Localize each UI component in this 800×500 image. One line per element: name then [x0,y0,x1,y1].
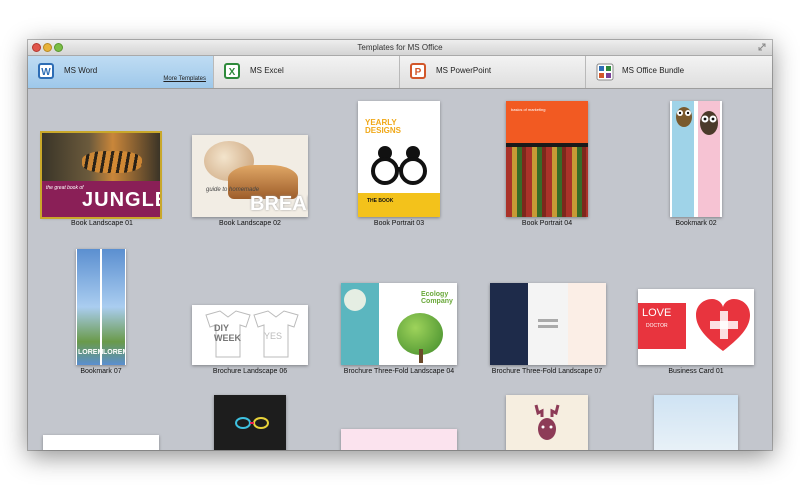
tab-label: MS Excel [250,66,284,75]
template-thumb-brochure-three-fold-07[interactable] [490,283,606,365]
template-caption: Book Portrait 04 [521,220,573,227]
word-icon: W [38,63,54,79]
thumb-title: LOREM [78,349,104,356]
window-title: Templates for MS Office [357,43,443,52]
template-caption: Brochure Landscape 06 [212,368,288,375]
thumb-title: LOREM [103,349,126,356]
thumb-title: LOVE [642,307,672,319]
thumb-title: basics of marketing [511,107,546,112]
tab-ms-excel[interactable]: X MS Excel [214,56,400,88]
tab-label: MS PowerPoint [436,66,492,75]
template-grid: the great book of JUNGLE Book Landscape … [28,89,772,450]
template-thumb-book-portrait-03[interactable]: YEARLY DESIGNS THE BOOK [358,101,440,217]
owl-icon [700,111,718,135]
template-thumb-partial[interactable] [654,395,738,450]
thumb-subtitle: the great book of [46,185,84,191]
owl-icon [676,107,692,127]
deer-icon [534,404,560,440]
template-caption: Brochure Three-Fold Landscape 04 [343,368,455,375]
template-thumb-book-portrait-04[interactable]: basics of marketing [506,101,588,217]
template-caption: Bookmark 07 [80,368,122,375]
template-caption: Book Landscape 01 [71,220,133,227]
glasses-icon [371,146,427,185]
template-thumb-book-landscape-02[interactable]: guide to homemade BREAD [192,135,308,217]
thumb-title: BREAD [250,193,308,215]
excel-icon: X [224,63,240,79]
tab-ms-office-bundle[interactable]: MS Office Bundle [586,56,772,88]
template-thumb-brochure-landscape-06[interactable]: DIY WEEK YES [192,305,308,365]
template-caption: Business Card 01 [668,368,724,375]
template-caption: Brochure Three-Fold Landscape 07 [491,368,603,375]
template-thumb-partial[interactable] [214,395,286,450]
powerpoint-icon: P [410,63,426,79]
office-bundle-icon [596,63,614,81]
tab-label: MS Office Bundle [622,66,685,75]
heart-icon [696,299,750,351]
template-thumb-partial[interactable] [506,395,588,450]
template-caption: Book Landscape 02 [219,220,281,227]
template-caption: Book Portrait 03 [373,220,425,227]
template-thumb-partial[interactable] [341,429,457,450]
thumb-title: JUNGLE [82,189,160,211]
thumb-subtitle: YES [264,331,283,341]
glasses-icon [235,417,269,429]
tab-ms-powerpoint[interactable]: P MS PowerPoint [400,56,586,88]
template-thumb-bookmark-07[interactable]: LOREM LOREM [76,249,126,365]
template-thumb-bookmark-02[interactable] [670,101,722,217]
thumb-title: Ecology Company [421,291,453,305]
title-bar: Templates for MS Office [28,40,772,56]
fullscreen-icon[interactable] [758,43,766,51]
tab-label: MS Word [64,66,98,75]
thumb-title: DIY WEEK [214,323,241,343]
thumb-subtitle: DOCTOR [646,323,668,329]
category-tabs: W MS Word More Templates X MS Excel P MS… [28,56,772,89]
template-thumb-business-card-01[interactable]: LOVE DOCTOR [638,289,754,365]
template-thumb-partial[interactable] [43,435,159,450]
template-caption: Bookmark 02 [675,220,717,227]
more-templates-link[interactable]: More Templates [163,76,206,82]
thumb-subtitle: THE BOOK [367,198,394,204]
template-thumb-brochure-three-fold-04[interactable]: Ecology Company [341,283,457,365]
app-window: Templates for MS Office W MS Word More T… [28,40,772,450]
template-thumb-book-landscape-01[interactable]: the great book of JUNGLE [40,131,162,219]
thumb-title: YEARLY DESIGNS [365,118,402,135]
tab-ms-word[interactable]: W MS Word More Templates [28,56,214,88]
